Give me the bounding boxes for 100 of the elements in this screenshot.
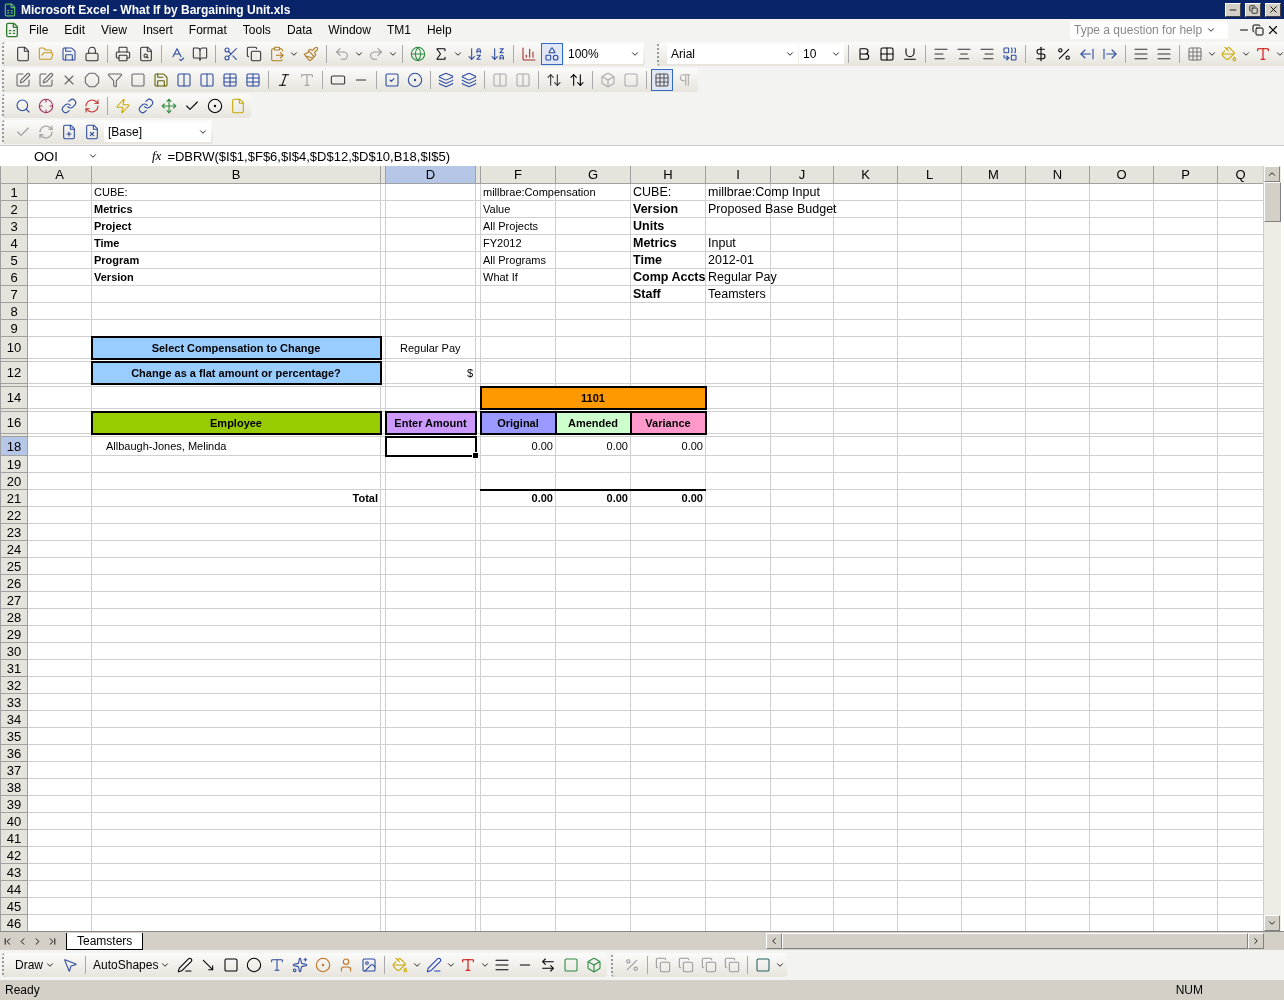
caret-icon[interactable] (446, 960, 457, 970)
autoshapes-menu-button[interactable]: AutoShapes (90, 958, 174, 972)
shapes-icon[interactable] (544, 46, 560, 62)
grid-icon[interactable] (879, 46, 895, 62)
dollar-icon[interactable] (1033, 46, 1049, 62)
column-header[interactable]: D (385, 166, 476, 184)
picture-icon[interactable] (361, 957, 378, 973)
active-cell[interactable] (385, 436, 476, 456)
pointer-icon[interactable] (62, 957, 78, 973)
font-dropdown[interactable]: Arial (667, 44, 798, 64)
close-button[interactable] (1265, 2, 1281, 17)
cube-icon[interactable] (586, 957, 603, 973)
bold-icon[interactable] (856, 46, 872, 62)
sum-icon[interactable] (433, 46, 449, 62)
sparkle-icon[interactable] (292, 957, 309, 973)
column-header[interactable]: N (1025, 166, 1090, 184)
align-right-icon[interactable] (979, 46, 995, 62)
diagram-icon[interactable] (315, 957, 332, 973)
menu-item[interactable]: Tools (235, 21, 278, 39)
menu-item[interactable]: View (94, 21, 134, 39)
link-icon[interactable] (138, 98, 154, 114)
fill-color-icon[interactable] (392, 957, 409, 973)
pencil-icon[interactable] (15, 72, 31, 88)
zoom-dropdown[interactable]: 100% (564, 44, 643, 64)
scissors-icon[interactable] (223, 46, 239, 62)
text-box-icon[interactable] (269, 957, 286, 973)
caret-icon[interactable] (354, 49, 364, 59)
caret-icon[interactable] (775, 960, 786, 970)
table-icon[interactable] (222, 72, 238, 88)
caret-icon[interactable] (1206, 25, 1216, 35)
save-icon[interactable] (153, 72, 169, 88)
name-box[interactable]: OOI (0, 147, 104, 165)
caret-icon[interactable] (1275, 49, 1284, 59)
column-header[interactable]: P (1153, 166, 1218, 184)
server-dropdown[interactable]: [Base] (104, 122, 211, 142)
function-label[interactable]: fx (152, 148, 162, 164)
globe-icon[interactable] (410, 46, 426, 62)
columns-icon[interactable] (176, 72, 192, 88)
menu-item[interactable]: Data (279, 21, 320, 39)
spellcheck-icon[interactable] (169, 46, 185, 62)
printer-icon[interactable] (115, 46, 131, 62)
sort-ascending-icon[interactable] (467, 46, 483, 62)
refresh-icon[interactable] (84, 98, 100, 114)
column-header[interactable]: K (833, 166, 898, 184)
column-header[interactable]: G (555, 166, 631, 184)
menu-item[interactable]: Edit (57, 21, 93, 39)
save-icon[interactable] (61, 46, 77, 62)
draw-menu-button[interactable]: Draw (12, 958, 58, 972)
formula-field[interactable]: =DBRW($I$1,$F$6,$I$4,$D$12,$D$10,B18,$I$5) (167, 148, 451, 164)
copy-icon[interactable] (246, 46, 262, 62)
caret-icon[interactable] (630, 49, 640, 59)
percent-icon[interactable] (1056, 46, 1072, 62)
add-sheet-icon[interactable] (61, 124, 77, 140)
list-icon[interactable] (461, 72, 477, 88)
decrease-decimal-icon[interactable] (1102, 46, 1118, 62)
scroll-up-icon[interactable] (1267, 169, 1277, 179)
row-header[interactable]: 16 (0, 411, 28, 434)
line-style-icon[interactable] (494, 957, 511, 973)
menu-item[interactable]: Window (321, 21, 378, 39)
table-icon[interactable] (245, 72, 261, 88)
lock-icon[interactable] (84, 46, 100, 62)
column-header[interactable]: B (91, 166, 381, 184)
close-icon[interactable] (1266, 23, 1280, 37)
menu-item[interactable]: File (22, 21, 56, 39)
caret-icon[interactable] (388, 49, 398, 59)
borders-icon[interactable] (1187, 46, 1203, 62)
caret-icon[interactable] (412, 960, 423, 970)
underline-icon[interactable] (902, 46, 918, 62)
sheet-tab[interactable]: Teamsters (66, 932, 144, 950)
column-header[interactable]: A (27, 166, 92, 184)
rectangle-icon[interactable] (223, 957, 240, 973)
scroll-icon[interactable] (569, 72, 585, 88)
italic-icon[interactable] (276, 72, 292, 88)
radio-icon[interactable] (407, 72, 423, 88)
first-sheet-icon[interactable] (2, 935, 13, 947)
page-icon[interactable] (15, 46, 31, 62)
font-color-icon[interactable] (460, 957, 477, 973)
row-header[interactable]: 14 (0, 386, 28, 409)
align-left-icon[interactable] (933, 46, 949, 62)
column-header[interactable]: Q (1217, 166, 1263, 184)
caret-icon[interactable] (831, 49, 841, 59)
caret-icon[interactable] (198, 127, 208, 137)
menu-item[interactable]: Help (419, 21, 459, 39)
restore-icon[interactable] (1252, 24, 1264, 36)
fill-color-icon[interactable] (1221, 46, 1237, 62)
help-search-field[interactable]: Type a question for help (1070, 21, 1228, 39)
merge-icon[interactable] (1002, 46, 1018, 62)
caret-icon[interactable] (453, 49, 463, 59)
scroll-left-icon[interactable] (769, 936, 779, 946)
search-icon[interactable] (15, 98, 31, 114)
group-box-icon[interactable] (330, 72, 346, 88)
chart-icon[interactable] (521, 46, 537, 62)
caret-icon[interactable] (88, 151, 98, 161)
column-header[interactable]: O (1089, 166, 1154, 184)
fill-handle[interactable] (471, 451, 479, 459)
row-header[interactable]: 12 (0, 361, 28, 384)
book-icon[interactable] (192, 46, 208, 62)
shadow-color-icon[interactable] (755, 957, 772, 973)
clipboard-icon[interactable] (269, 46, 285, 62)
pencil-icon[interactable] (38, 72, 54, 88)
